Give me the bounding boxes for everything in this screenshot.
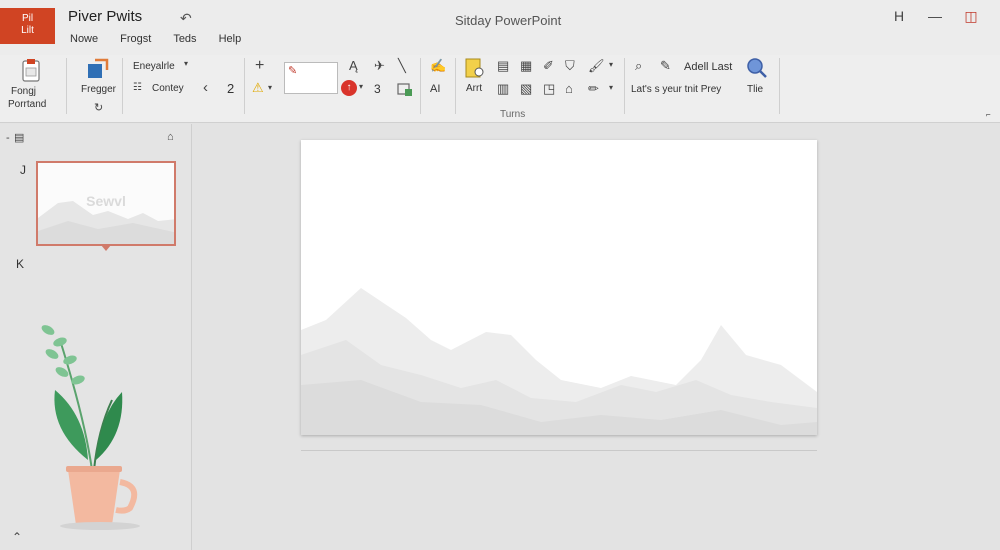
tell-me-box[interactable]: Lat's s yeur tnit Prey	[631, 84, 721, 95]
ribbon-separator	[779, 58, 780, 114]
outline-icon[interactable]: ▤	[14, 131, 24, 144]
panel-option-icon[interactable]: ⌂	[167, 131, 174, 143]
chevron-down-icon[interactable]: ▾	[184, 59, 188, 68]
ribbon-separator	[244, 58, 245, 114]
current-slide[interactable]	[301, 140, 817, 435]
record-icon[interactable]: ↑	[341, 80, 357, 96]
undo-icon[interactable]: ↶	[180, 10, 192, 27]
restore-button[interactable]: H	[888, 8, 910, 24]
ribbon-separator	[122, 58, 123, 114]
menu-bar: Nowe Frogst Teds Help	[70, 33, 241, 45]
menu-item-teds[interactable]: Teds	[173, 33, 196, 45]
art-label[interactable]: Arrt	[466, 83, 482, 94]
chevron-down-icon[interactable]: ▾	[609, 60, 613, 69]
slide-mountain-background	[301, 288, 817, 435]
slide-number: J	[20, 163, 26, 177]
chevron-up-icon[interactable]: ⌃	[12, 530, 22, 544]
paste-label-1: Fongj	[11, 86, 37, 97]
image-icon[interactable]	[397, 81, 413, 97]
align-icon[interactable]: ☷	[133, 82, 142, 93]
style-label[interactable]: Contey	[152, 83, 184, 94]
document-edit-icon[interactable]: ✎	[660, 58, 671, 74]
search-icon[interactable]	[745, 56, 769, 80]
ribbon-expand-icon[interactable]: ⌐	[986, 110, 991, 119]
menu-item-home[interactable]: Nowe	[70, 33, 98, 45]
format-painter-icon[interactable]	[85, 58, 111, 82]
font-name-dropdown[interactable]: Eneyalrle	[133, 61, 175, 72]
slide-thumbnail[interactable]: Sewvl	[36, 161, 176, 246]
menu-item-frogst[interactable]: Frogst	[120, 33, 151, 45]
pencil-icon[interactable]: ✏	[588, 81, 599, 97]
smartart-icon[interactable]: ⌂	[565, 81, 573, 96]
filter-icon[interactable]: ⛉	[565, 58, 575, 74]
designer-icon[interactable]: ✍	[430, 58, 446, 74]
plus-button[interactable]: +	[255, 57, 264, 75]
ribbon-separator	[420, 58, 421, 114]
chevron-down-icon[interactable]: ▾	[359, 82, 363, 91]
title-bar: Pil Lilt Piver Pwits ↶ Sitday PowerPoint…	[0, 0, 1000, 55]
ai-button[interactable]: AI	[430, 83, 440, 95]
table-icon[interactable]: ▦	[520, 58, 532, 74]
plant-illustration	[41, 325, 140, 530]
menu-item-help[interactable]: Help	[219, 33, 242, 45]
brush-icon[interactable]: 🖌	[588, 58, 605, 74]
logo-line-1: Pil	[21, 13, 34, 24]
clip-icon[interactable]: ⌕	[635, 58, 642, 74]
pen-icon: ✎	[288, 65, 298, 77]
app-logo[interactable]: Pil Lilt	[0, 8, 55, 44]
number-three[interactable]: 3	[374, 82, 381, 96]
ribbon-separator	[66, 58, 67, 114]
chart-icon[interactable]: ▧	[520, 81, 532, 97]
warning-icon[interactable]: ⚠	[252, 80, 264, 96]
thumbnail-title: Sewvl	[86, 193, 126, 209]
art-icon[interactable]	[464, 57, 486, 79]
chevron-down-icon[interactable]: ▾	[268, 83, 272, 92]
text-input-box[interactable]: ✎	[284, 62, 338, 94]
layout-icon[interactable]: ▤	[497, 58, 509, 74]
font-size-value[interactable]: 2	[227, 81, 234, 96]
chevron-down-icon[interactable]: ▾	[609, 83, 613, 92]
ribbon-separator	[455, 58, 456, 114]
adell-last-button[interactable]: Adell Last	[684, 61, 732, 73]
text-effect-icon[interactable]: Ą	[349, 58, 358, 73]
ribbon-separator	[624, 58, 625, 114]
paste-icon[interactable]	[18, 58, 44, 84]
ribbon-group-label: Turns	[500, 109, 526, 120]
logo-line-2: Lilt	[21, 25, 34, 36]
paste-label-2: Porrtand	[8, 99, 47, 110]
grid-icon[interactable]: ▥	[497, 81, 509, 97]
refresh-icon[interactable]: ↻	[94, 101, 103, 114]
tie-label[interactable]: Tlie	[747, 84, 763, 95]
notes-divider[interactable]	[301, 450, 817, 451]
prev-button[interactable]: ‹	[203, 79, 208, 96]
edit-box-icon[interactable]: ✐	[543, 58, 554, 74]
fregger-label: Fregger	[81, 84, 117, 95]
pin-icon[interactable]: ✈	[374, 58, 385, 74]
minimize-button[interactable]: —	[924, 8, 946, 24]
collapse-icon[interactable]: -	[6, 132, 10, 144]
close-button[interactable]: ◫	[960, 8, 982, 25]
line-icon[interactable]: ╲	[398, 58, 406, 74]
window-title: Sitday PowerPoint	[455, 13, 562, 28]
thumbnail-marker-icon	[101, 245, 111, 251]
slide-number: K	[16, 257, 25, 271]
file-name: Piver Pwits	[68, 8, 143, 25]
shapes-icon[interactable]: ◳	[543, 81, 555, 97]
